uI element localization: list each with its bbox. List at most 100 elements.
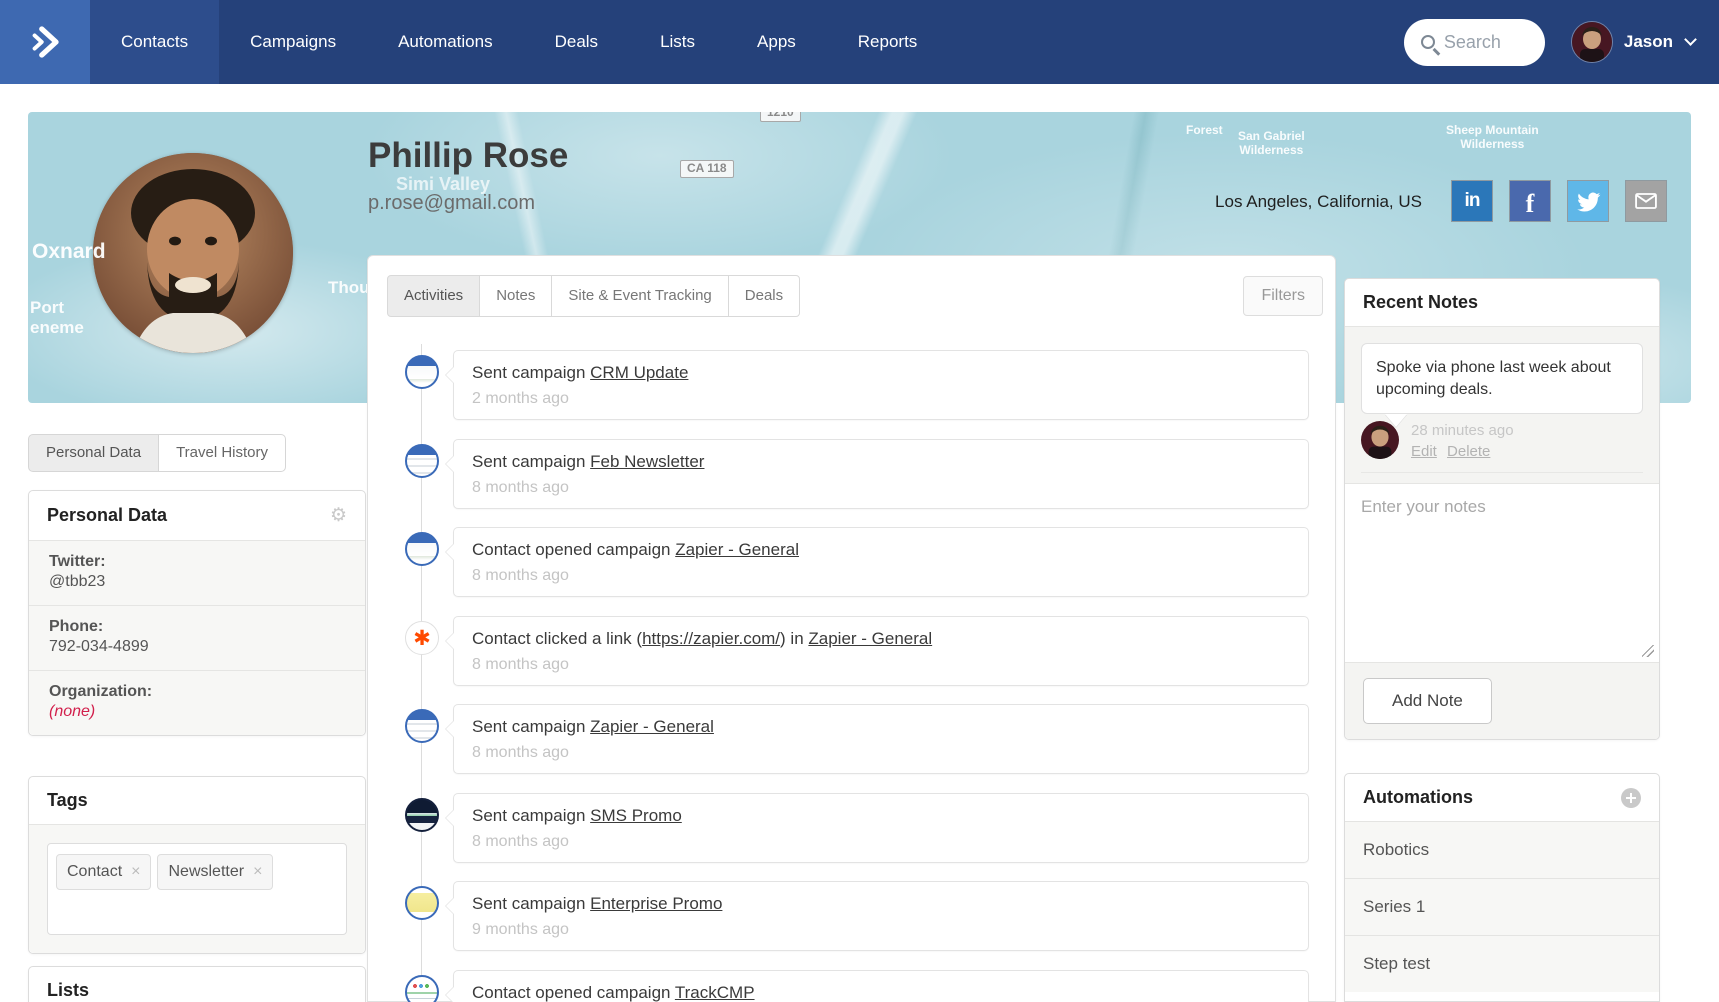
note-edit-link[interactable]: Edit xyxy=(1411,443,1437,460)
social-twitter-icon[interactable] xyxy=(1567,180,1609,222)
chevron-down-icon[interactable] xyxy=(1684,33,1697,46)
chevron-logo-icon xyxy=(32,26,59,58)
feed-item: Sent campaign SMS Promo 8 months ago xyxy=(368,792,1335,871)
nav-item-deals[interactable]: Deals xyxy=(524,0,629,84)
personal-data-panel: Personal Data ⚙ Twitter: @tbb23 Phone: 792-… xyxy=(28,490,366,736)
filters-button[interactable]: Filters xyxy=(1243,276,1323,316)
social-email-icon[interactable] xyxy=(1625,180,1667,222)
feed-text: Sent campaign SMS Promo xyxy=(472,805,682,825)
nav-item-campaigns[interactable]: Campaigns xyxy=(219,0,367,84)
feed-link[interactable]: SMS Promo xyxy=(590,806,682,825)
note-delete-link[interactable]: Delete xyxy=(1447,443,1490,460)
feed-card: Contact opened campaign TrackCMP xyxy=(445,969,1309,1002)
lists-panel: Lists xyxy=(28,966,366,1002)
feed-card: Sent campaign Feb Newsletter 8 months ago xyxy=(445,438,1309,509)
field-label: Twitter: xyxy=(49,553,106,570)
map-label: CA 118 xyxy=(680,160,734,178)
feed-card: Contact clicked a link (https://zapier.c… xyxy=(445,615,1309,686)
note-timestamp: 28 minutes ago xyxy=(1411,422,1514,440)
map-label: Simi Valley xyxy=(396,174,491,194)
automations-panel: Automations Robotics Series 1 Step test xyxy=(1344,773,1660,1002)
automation-row[interactable]: Series 1 xyxy=(1345,878,1659,935)
feed-link[interactable]: Zapier - General xyxy=(675,540,799,559)
tab-site-event-tracking[interactable]: Site & Event Tracking xyxy=(551,275,729,317)
note-thread: Spoke via phone last week about upcoming… xyxy=(1345,326,1659,484)
feed-text: Contact opened campaign Zapier - General xyxy=(472,540,799,559)
nav-item-reports[interactable]: Reports xyxy=(827,0,949,84)
field-value: @tbb23 xyxy=(49,573,106,590)
map-label: Port eneme xyxy=(30,298,84,337)
tag-chip: Contact × xyxy=(56,854,152,890)
gear-icon[interactable]: ⚙ xyxy=(330,504,347,527)
toggle-travel-history[interactable]: Travel History xyxy=(158,434,287,472)
nav-item-apps[interactable]: Apps xyxy=(726,0,827,84)
map-label: 1210 xyxy=(760,112,801,122)
user-name[interactable]: Jason xyxy=(1624,32,1673,52)
campaign-icon xyxy=(405,974,439,1002)
map-label: Sheep Mountain Wilderness xyxy=(1446,123,1539,151)
search-box[interactable] xyxy=(1403,18,1545,66)
add-automation-icon[interactable] xyxy=(1621,787,1641,808)
feed-item: Sent campaign Enterprise Promo 9 months a… xyxy=(368,881,1335,959)
tags-input-box[interactable]: Contact × Newsletter × xyxy=(47,843,347,935)
contact-avatar xyxy=(93,153,293,353)
feed-link[interactable]: Zapier - General xyxy=(808,629,932,648)
tags-panel: Tags Contact × Newsletter × xyxy=(28,776,366,954)
automations-title: Automations xyxy=(1363,787,1473,807)
field-label: Organization: xyxy=(49,683,153,700)
activity-panel: Activities Notes Site & Event Tracking Deal… xyxy=(367,255,1336,1002)
feed-text: Sent campaign Feb Newsletter xyxy=(472,451,705,471)
top-navbar: Contacts Campaigns Automations Deals Lists Ap… xyxy=(0,0,1719,84)
user-avatar-image xyxy=(1571,22,1612,62)
notes-footer: Add Note xyxy=(1345,663,1659,739)
note-textarea[interactable] xyxy=(1345,484,1659,662)
feed-timestamp: 8 months ago xyxy=(472,832,569,850)
tag-remove-icon[interactable]: × xyxy=(131,863,140,881)
feed-item: Contact opened campaign TrackCMP xyxy=(368,969,1335,1002)
feed-link[interactable]: Enterprise Promo xyxy=(590,894,722,913)
search-input[interactable] xyxy=(1443,31,1536,53)
user-avatar[interactable] xyxy=(1570,21,1613,63)
sidebar-view-toggle: Personal Data Travel History xyxy=(28,434,287,472)
recent-notes-panel: Recent Notes Spoke via phone last week a… xyxy=(1344,278,1660,740)
automation-row[interactable]: Robotics xyxy=(1345,821,1659,878)
contact-location: Los Angeles, California, US xyxy=(1215,192,1422,211)
personal-field-row: Phone: 792-034-4899 xyxy=(29,605,365,670)
social-facebook-icon[interactable]: f xyxy=(1509,180,1551,222)
nav-item-lists[interactable]: Lists xyxy=(629,0,726,84)
feed-text: Sent campaign Zapier - General xyxy=(472,717,714,736)
activity-tabs: Activities Notes Site & Event Tracking Deal… xyxy=(387,275,801,317)
feed-link[interactable]: Zapier - General xyxy=(590,717,714,736)
nav-item-contacts[interactable]: Contacts xyxy=(90,0,220,84)
feed-item: Contact opened campaign Zapier - General… xyxy=(368,527,1335,605)
social-linkedin-icon[interactable]: in xyxy=(1451,180,1493,222)
note-bubble-tail xyxy=(1385,414,1407,428)
contact-name: Phillip Rose xyxy=(368,136,569,175)
field-value: 792-034-4899 xyxy=(49,638,149,655)
campaign-icon xyxy=(405,797,439,832)
toggle-personal-data[interactable]: Personal Data xyxy=(28,434,160,472)
campaign-icon xyxy=(405,443,439,478)
automation-row[interactable]: Step test xyxy=(1345,935,1659,992)
nav-item-automations[interactable]: Automations xyxy=(367,0,524,84)
personal-field-row: Organization: (none) xyxy=(29,670,365,735)
add-note-button[interactable]: Add Note xyxy=(1363,678,1492,724)
tab-deals[interactable]: Deals xyxy=(727,275,801,317)
tab-activities[interactable]: Activities xyxy=(387,275,481,317)
activecampaign-logo[interactable] xyxy=(0,0,90,84)
feed-card: Sent campaign CRM Update 2 months ago xyxy=(445,350,1309,420)
personal-field-row: Twitter: @tbb23 xyxy=(29,540,365,605)
tag-remove-icon[interactable]: × xyxy=(253,863,262,881)
feed-link[interactable]: TrackCMP xyxy=(675,983,755,1002)
zapier-icon: ✱ xyxy=(405,620,439,655)
note-bubble: Spoke via phone last week about upcoming… xyxy=(1361,343,1643,415)
search-icon xyxy=(1420,35,1435,49)
feed-link[interactable]: https://zapier.com/ xyxy=(642,629,780,648)
tab-notes[interactable]: Notes xyxy=(479,275,553,317)
feed-text: Contact opened campaign TrackCMP xyxy=(472,982,755,1002)
map-label: Oxnard xyxy=(32,240,106,263)
feed-item: Sent campaign Zapier - General 8 months a… xyxy=(368,704,1335,782)
feed-link[interactable]: CRM Update xyxy=(590,363,688,382)
feed-link[interactable]: Feb Newsletter xyxy=(590,452,704,471)
campaign-icon xyxy=(405,355,439,389)
